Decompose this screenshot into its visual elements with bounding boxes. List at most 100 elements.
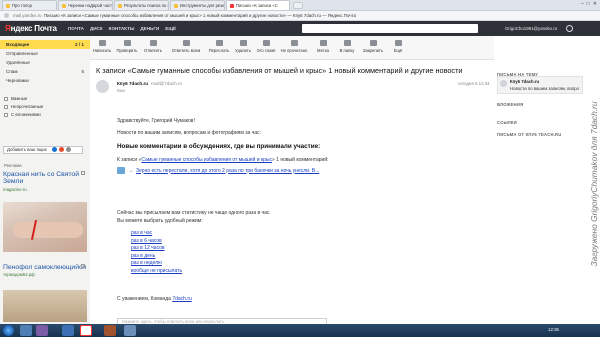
nav-disk[interactable]: ДИСК (90, 26, 103, 31)
explorer-icon[interactable] (20, 325, 32, 336)
comment-line: → Зерно есть перестали, хотя до этого 2 … (117, 167, 319, 174)
frequency-text: Сейчас мы присылаем вам статистику не ча… (117, 210, 271, 216)
reply-all-button[interactable]: Ответить всем (167, 40, 205, 53)
sender[interactable]: Кпу6 7dach.ru mail@7dach.ru (117, 81, 182, 86)
app-icon[interactable] (62, 325, 74, 336)
browser-tab[interactable]: Черенки ноДарой части пкг (58, 0, 113, 10)
mail-provider-icons (52, 147, 71, 152)
move-to-folder-button[interactable]: В папку (337, 40, 357, 53)
maximize-icon[interactable]: □ (587, 1, 590, 7)
gear-icon[interactable] (566, 25, 573, 32)
address-bar[interactable]: mail.yandex.ru Письмо «К записи «Самые г… (0, 11, 600, 21)
add-mailbox-button[interactable]: Добавить ваш ящик (3, 146, 83, 154)
spam-button[interactable]: Это спам! (255, 40, 277, 53)
frequency-option[interactable]: раз в неделю (131, 260, 162, 266)
forward-button[interactable]: Переслать (207, 40, 231, 53)
more-button[interactable]: Ещё (388, 40, 408, 53)
forward-icon (215, 40, 223, 46)
folder-deleted[interactable]: Удалённые (0, 58, 90, 67)
folder-spam[interactable]: Спам 5 (0, 67, 90, 76)
minimize-icon[interactable]: – (581, 1, 584, 7)
favicon-icon (230, 3, 234, 8)
folder-drafts[interactable]: Черновики (0, 76, 90, 85)
more-icon (394, 40, 402, 46)
folder-sent[interactable]: Отправленные (0, 49, 90, 58)
back-icon[interactable] (4, 13, 9, 18)
frequency-option[interactable]: раз в 12 часов (131, 245, 165, 251)
folder-inbox[interactable]: Входящие 2 / 1 (0, 40, 90, 49)
ad-block[interactable]: Красная нить со Святой Земли magazine.ru (3, 171, 87, 192)
browser-tab-active[interactable]: Письмо «К записи «С (226, 0, 290, 10)
app-icon[interactable] (104, 325, 116, 336)
frequency-option[interactable]: раз в 6 часов (131, 238, 162, 244)
check-mail-button[interactable]: Проверить (115, 40, 139, 53)
gmail-icon[interactable] (59, 147, 64, 152)
comment-link[interactable]: Зерно есть перестали, хотя до этого 2 ра… (136, 168, 319, 174)
frequency-option[interactable]: вообще не присылать (131, 268, 182, 274)
label-unread[interactable]: Непрочитанные (11, 104, 43, 109)
browser-tab[interactable]: Результаты поиска по запросу (114, 0, 169, 10)
sender-letters-heading[interactable]: ПИСЬМА ОТ КПУ6 7DACH.RU (497, 132, 562, 137)
folder-icon (343, 40, 351, 46)
nav-contacts[interactable]: КОНТАКТЫ (109, 26, 135, 31)
pin-button[interactable]: Закрепить (361, 40, 385, 53)
favicon-icon (174, 3, 178, 8)
compose-icon (98, 40, 106, 46)
ad-domain[interactable]: термодом54.рф (3, 272, 87, 277)
ads-heading: Реклама (4, 163, 22, 168)
address-url[interactable]: mail.yandex.ru Письмо «К записи «Самые г… (13, 13, 356, 18)
label-checkbox[interactable] (4, 113, 8, 117)
label-attachments[interactable]: С вложениями (11, 112, 41, 117)
other-mail-icon[interactable] (66, 147, 71, 152)
pin-icon (369, 40, 377, 46)
close-icon[interactable] (81, 264, 85, 268)
yandex-mail-logo[interactable]: Яндекс Почта (5, 24, 57, 33)
window-controls: – □ ✕ (581, 1, 597, 7)
browser-tab[interactable]: Инструменты для резки по (170, 0, 225, 10)
delete-button[interactable]: Удалить (233, 40, 253, 53)
label-button[interactable]: Метка (313, 40, 333, 53)
start-button[interactable] (3, 325, 14, 336)
label-checkbox[interactable] (4, 97, 8, 101)
avatar[interactable] (96, 80, 109, 93)
close-icon[interactable] (81, 171, 85, 175)
frequency-option[interactable]: раз в час (131, 230, 152, 236)
nav-more[interactable]: ЕЩЁ (165, 26, 176, 31)
reply-icon (149, 40, 157, 46)
label-checkbox[interactable] (4, 105, 8, 109)
ad-image-foam[interactable] (3, 290, 87, 322)
compose-button[interactable]: Написать (92, 40, 112, 53)
signoff: С уважением, Команда 7dach.ru (117, 296, 192, 302)
ad-image-bracelet[interactable] (3, 202, 87, 252)
new-tab-button[interactable] (293, 2, 303, 9)
reply-button[interactable]: Ответить (141, 40, 165, 53)
label-important[interactable]: Важные (11, 96, 27, 101)
attachments-heading[interactable]: ВЛОЖЕНИЯ (497, 102, 523, 107)
site-link[interactable]: 7dach.ru (172, 296, 191, 302)
browser-tab[interactable]: Про топор (2, 0, 57, 10)
comment-icon (117, 167, 125, 174)
thread-card[interactable]: Кпу6 7dach.ru Новости по вашим записям, … (497, 76, 583, 94)
mailru-icon[interactable] (52, 147, 57, 152)
frequency-option[interactable]: раз в день (131, 253, 155, 259)
app-icon[interactable] (124, 325, 136, 336)
nav-money[interactable]: ДЕНЬГИ (140, 26, 159, 31)
post-link[interactable]: Самые гуманные способы избавления от мыш… (141, 157, 272, 163)
media-icon[interactable] (36, 325, 48, 336)
links-heading[interactable]: ССЫЛКИ (497, 120, 517, 125)
greeting: Здравствуйте, Григорий Чумаков! (117, 118, 195, 124)
ad-block[interactable]: Пенофол самоклеющийся термодом54.рф (3, 264, 87, 277)
yandex-browser-icon[interactable] (80, 325, 92, 336)
nav-mail[interactable]: ПОЧТА (68, 26, 84, 31)
mark-unread-button[interactable]: Не прочитано (279, 40, 309, 53)
ad-domain[interactable]: magazine.ru (3, 187, 87, 192)
message-subject: К записи «Самые гуманные способы избавле… (96, 66, 463, 75)
search-input[interactable] (302, 24, 478, 33)
ad-title[interactable]: Пенофол самоклеющийся (3, 264, 87, 271)
message-toolbar: Написать Проверить Ответить Ответить все… (90, 36, 494, 60)
ad-title[interactable]: Красная нить со Святой Земли (3, 171, 87, 186)
comments-heading: Новые комментарии в обсуждениях, где вы … (117, 143, 321, 150)
close-icon[interactable]: ✕ (593, 1, 597, 7)
user-email[interactable]: GrigoChu1991@yandex.ru (505, 26, 557, 31)
message-date: сегодня в 12:34 (458, 81, 490, 86)
